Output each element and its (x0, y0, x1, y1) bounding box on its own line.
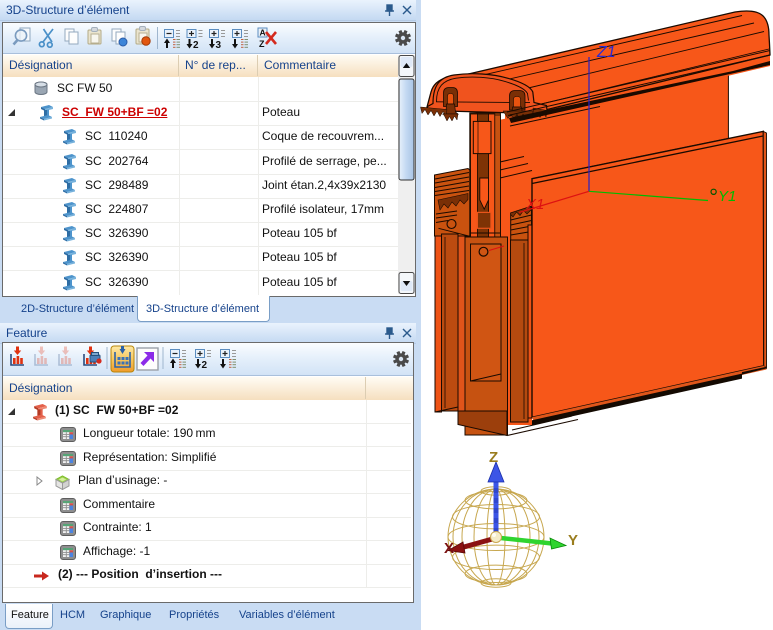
svg-text:Y: Y (568, 532, 578, 549)
svg-text:Z: Z (259, 39, 265, 49)
svg-text:2: 2 (193, 40, 199, 51)
svg-text:A: A (260, 28, 266, 38)
svg-text:Z: Z (489, 449, 498, 466)
svg-text:2: 2 (202, 360, 208, 371)
svg-text:3: 3 (216, 40, 222, 51)
svg-text:Y1: Y1 (718, 188, 736, 205)
svg-text:X1: X1 (525, 196, 544, 213)
svg-text:X: X (444, 540, 454, 557)
svg-text:Z1: Z1 (596, 44, 616, 61)
